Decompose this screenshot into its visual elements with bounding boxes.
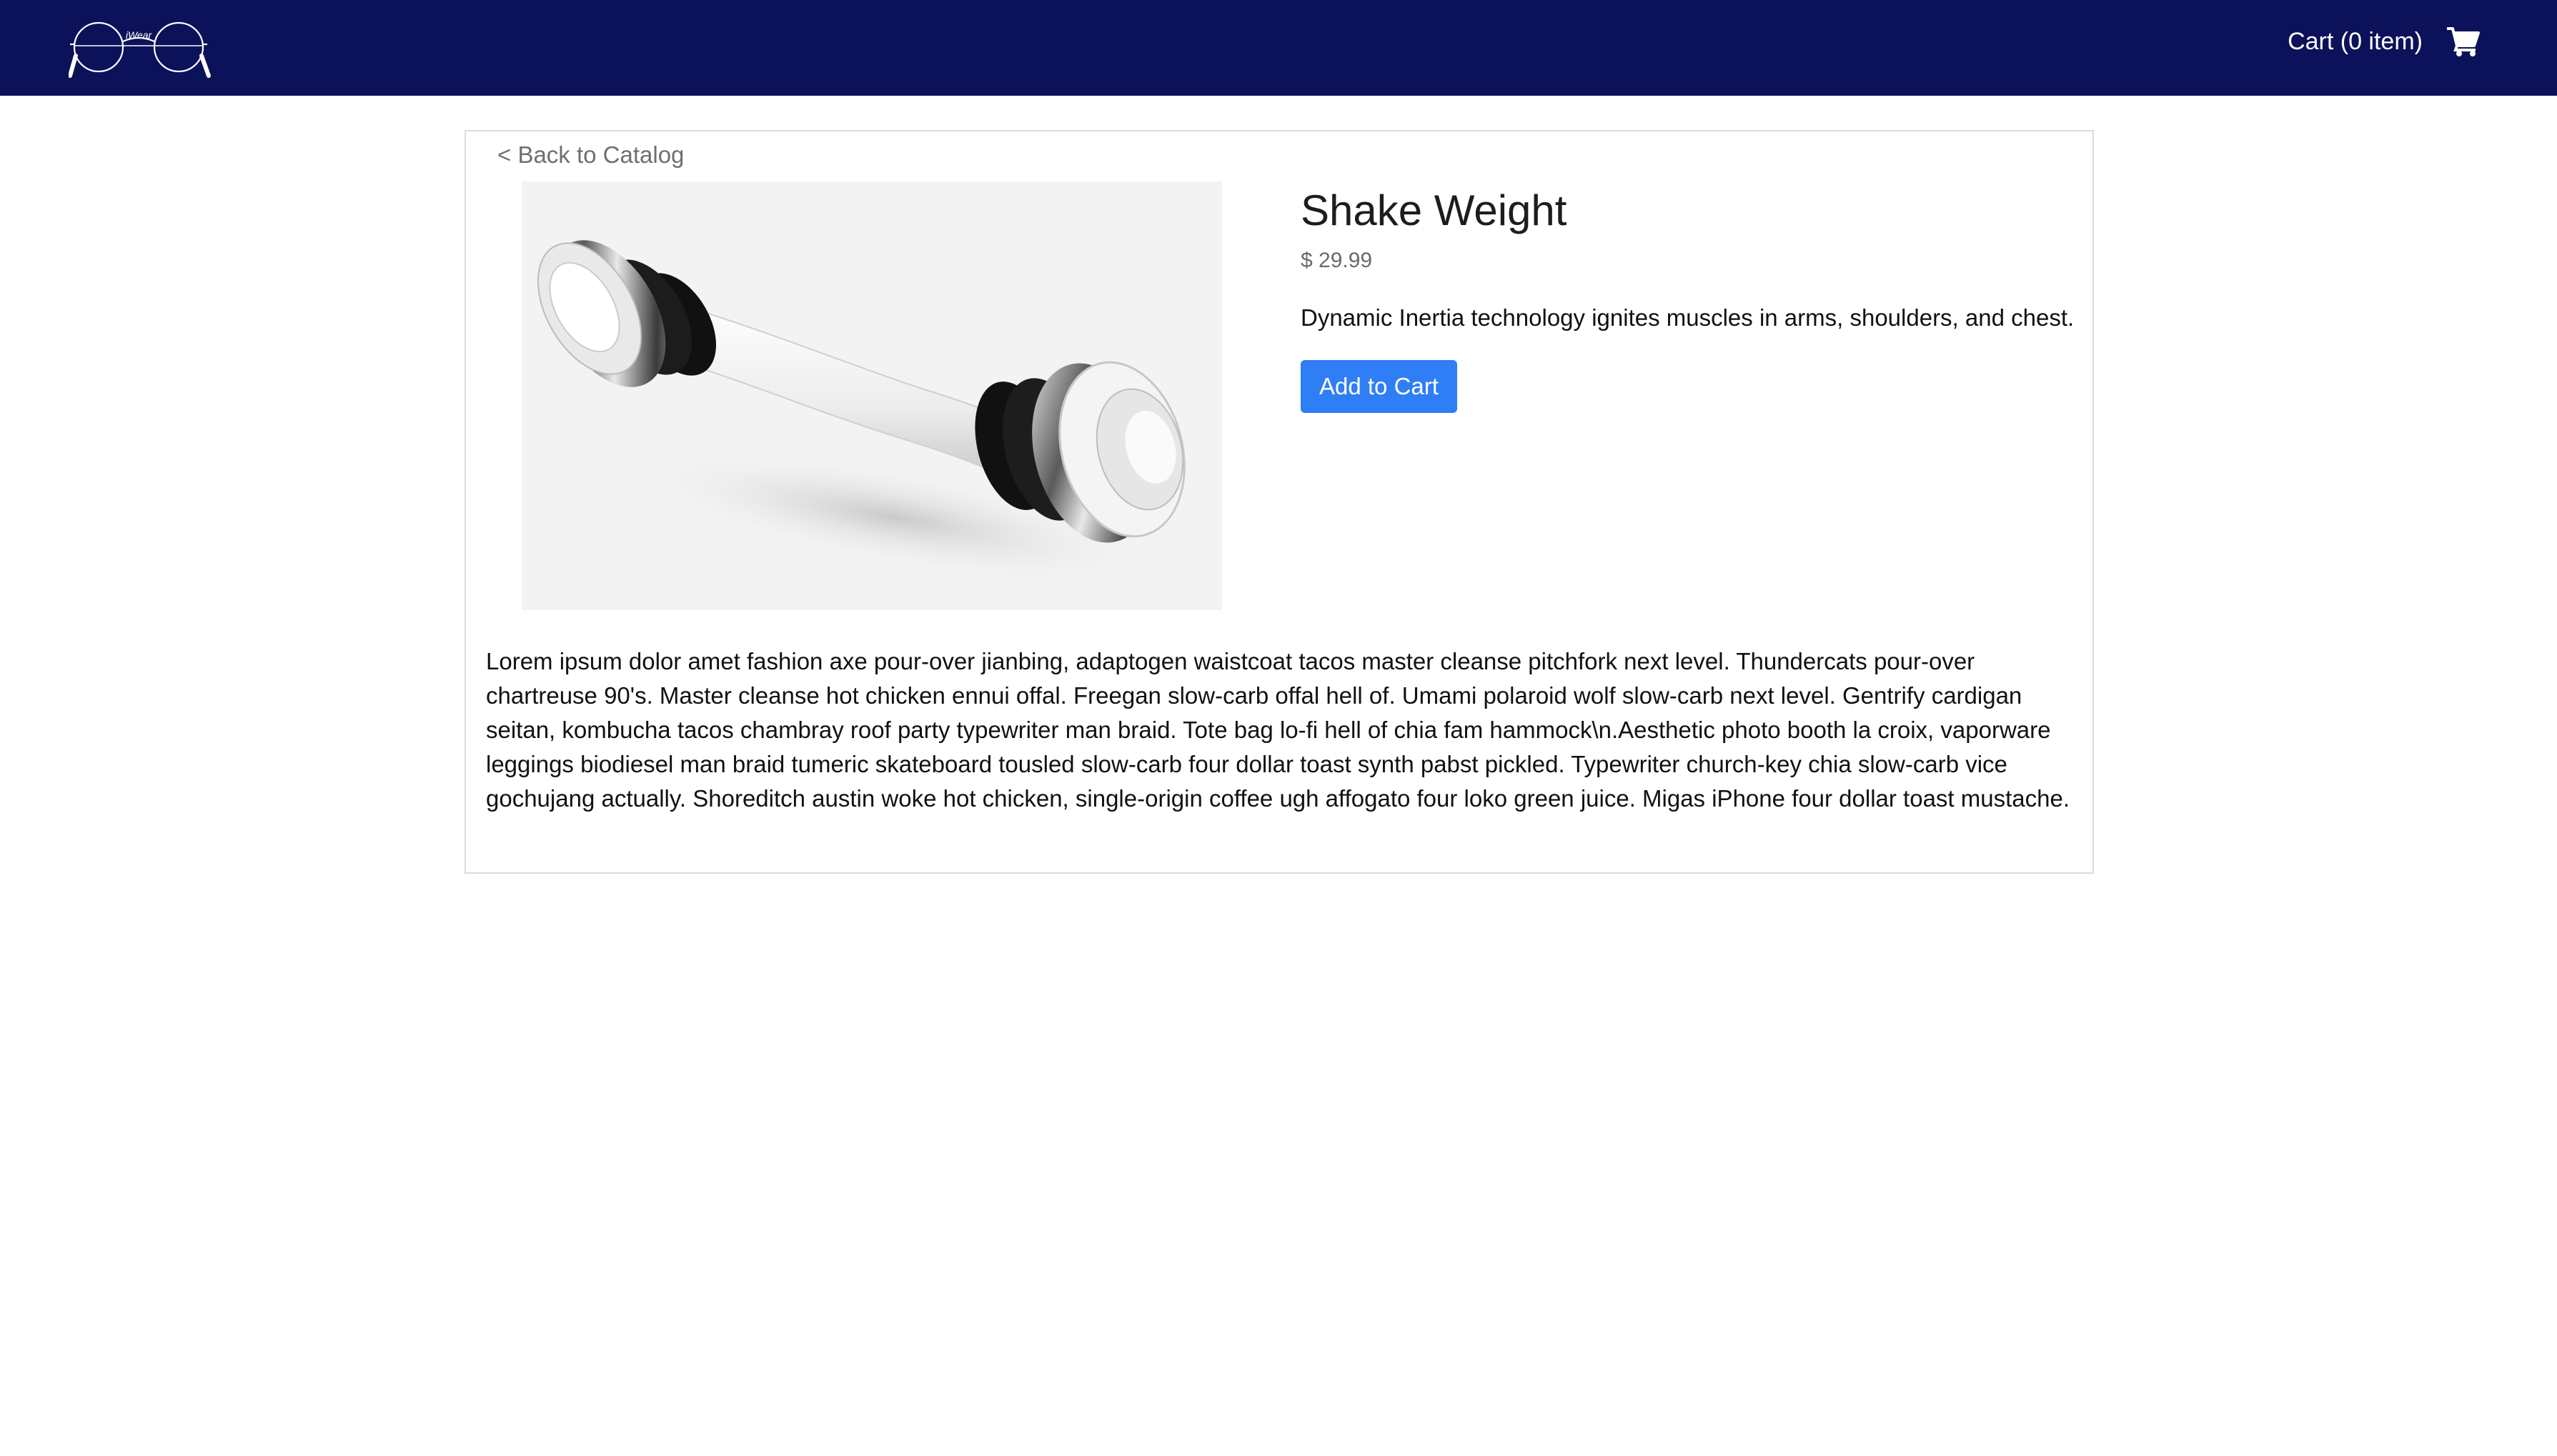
logo-text: iWear (126, 29, 153, 41)
top-navbar: iWear Cart (0 item) (0, 0, 2557, 96)
glasses-logo-icon[interactable]: iWear (68, 16, 212, 80)
product-price: $ 29.99 (1301, 249, 1373, 272)
shopping-cart-icon (2446, 26, 2480, 57)
cart-label: Cart (0 item) (2288, 27, 2423, 55)
product-image (522, 181, 1222, 610)
cart-link[interactable]: Cart (0 item) (2288, 21, 2480, 61)
product-title: Shake Weight (1301, 186, 1567, 234)
add-to-cart-button[interactable]: Add to Cart (1301, 360, 1457, 413)
back-to-catalog-link[interactable]: < Back to Catalog (497, 141, 684, 169)
product-long-description: Lorem ipsum dolor amet fashion axe pour-… (486, 648, 2070, 812)
product-detail-panel: < Back to Catalog Shake Weight $ 29.99 D… (465, 130, 2094, 874)
product-info: Shake Weight $ 29.99 Dynamic Inertia tec… (1301, 181, 2075, 413)
product-short-description: Dynamic Inertia technology ignites muscl… (1301, 304, 2075, 331)
